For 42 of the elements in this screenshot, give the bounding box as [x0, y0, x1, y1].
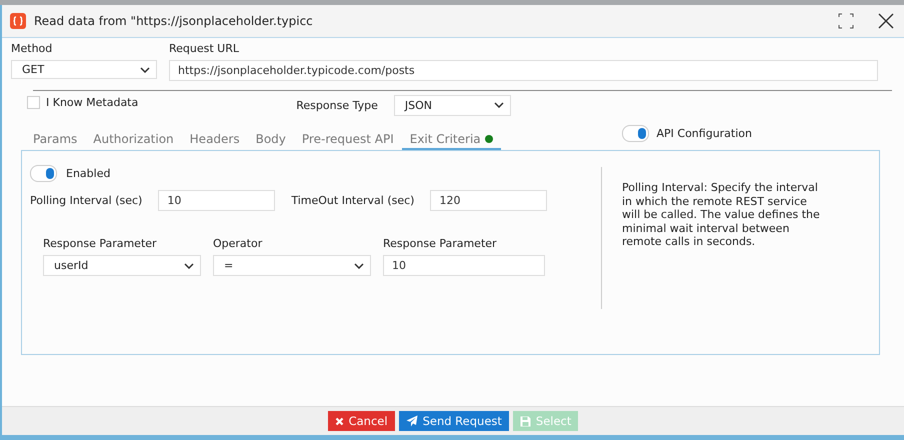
checkbox-label: I Know Metadata: [46, 96, 138, 108]
toggle-switch[interactable]: [30, 165, 57, 182]
dropdown[interactable]: =: [213, 255, 371, 276]
toggle-switch[interactable]: [622, 125, 648, 142]
timeout-interval-field[interactable]: 120: [430, 190, 548, 211]
close-icon[interactable]: [878, 13, 894, 29]
braces-icon: [10, 13, 26, 29]
chevron-down-icon: [354, 262, 364, 268]
tab[interactable]: Pre-request API: [294, 128, 402, 150]
field-label: Request URL: [169, 42, 240, 55]
toggle-label: Enabled: [66, 167, 110, 180]
url-field[interactable]: https://jsonplaceholder.typicode.com/posts: [169, 60, 878, 81]
tab[interactable]: Params: [25, 128, 86, 150]
tab[interactable]: Headers: [182, 128, 248, 150]
help-text: Polling Interval: Specify the interval in which the remote REST service will be called. The value defines the minimal wait interval between remote calls in seconds.: [622, 181, 821, 248]
floppy-icon: [520, 416, 531, 426]
chevron-down-icon: [494, 102, 504, 108]
maximize-icon[interactable]: [838, 13, 854, 29]
paper-plane-icon: [406, 415, 418, 427]
chevron-down-icon: [140, 66, 150, 72]
dropdown[interactable]: userId: [43, 255, 201, 276]
send-button[interactable]: Send Request: [398, 411, 509, 431]
cancel-button[interactable]: Cancel: [328, 411, 395, 431]
tab[interactable]: Authorization: [85, 128, 182, 150]
tab[interactable]: Body: [248, 128, 294, 150]
toggle-label: API Configuration: [656, 127, 752, 140]
close-icon: [334, 416, 344, 426]
field-label: Method: [11, 42, 54, 55]
value-field[interactable]: 10: [383, 255, 545, 276]
window-title: Read data from "https://jsonplaceholder.typicc: [34, 14, 313, 28]
chevron-down-icon: [184, 262, 194, 268]
polling-interval-field[interactable]: 10: [158, 190, 276, 211]
field-label: Response Type: [296, 98, 378, 112]
field-label: Response Parameter: [383, 237, 498, 250]
field-label: Response Parameter: [43, 237, 158, 250]
field-label: Operator: [213, 237, 264, 250]
field-label: Polling Interval (sec): [30, 194, 142, 207]
response-type-select[interactable]: JSON: [394, 94, 511, 116]
method-select[interactable]: GET: [11, 60, 157, 79]
field-label: TimeOut Interval (sec): [291, 194, 414, 207]
checkbox[interactable]: [27, 96, 40, 108]
tab[interactable]: Exit Criteria: [402, 128, 501, 150]
